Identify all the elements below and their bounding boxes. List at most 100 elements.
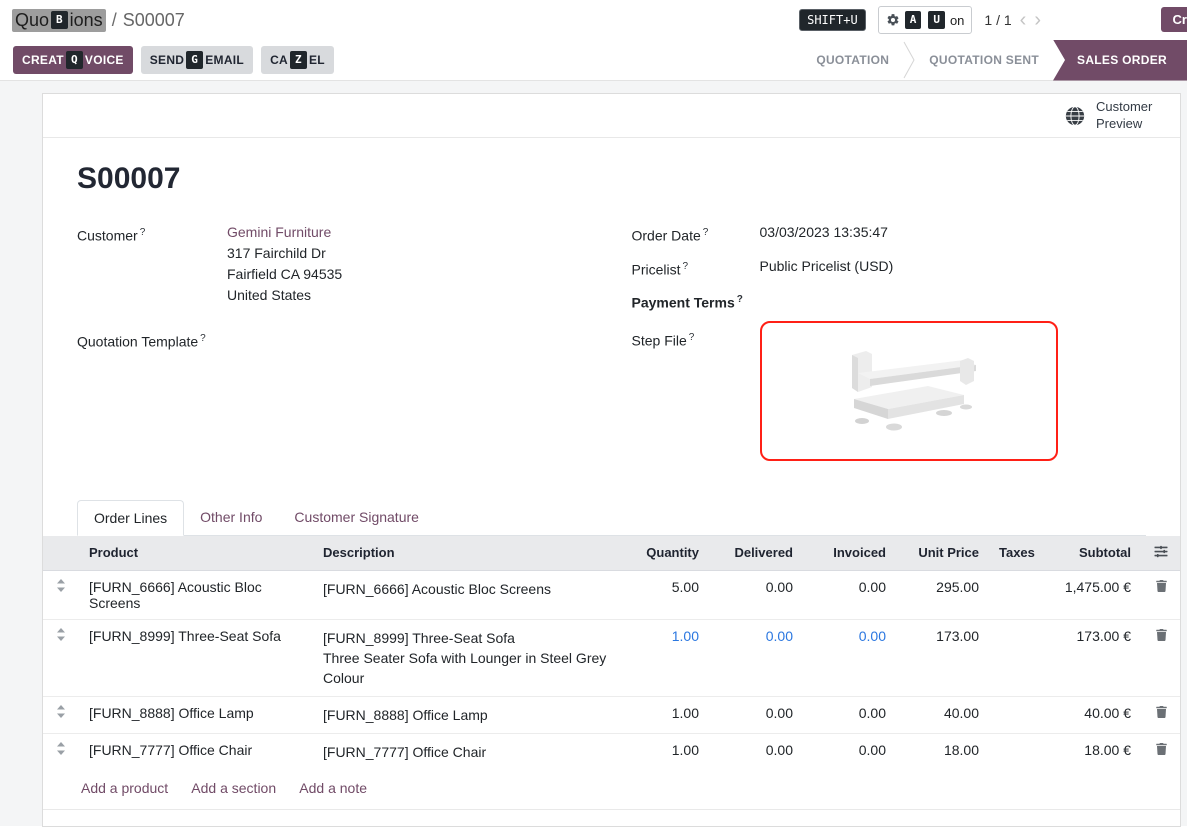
cell-subtotal[interactable]: 18.00 € (1037, 733, 1141, 770)
delete-line-button[interactable] (1141, 570, 1181, 619)
drag-handle[interactable] (43, 570, 79, 619)
cancel-button[interactable]: CA Z EL (261, 46, 334, 73)
breadcrumb: Quo B ions / S00007 (12, 9, 185, 32)
send-email-button[interactable]: SEND G EMAIL (141, 46, 253, 73)
trash-icon (1156, 629, 1167, 641)
pricelist-value[interactable]: Public Pricelist (USD) (760, 256, 894, 281)
statusbar-step-quotation[interactable]: QUOTATION (802, 53, 903, 67)
customer-address-line: Fairfield CA 94535 (227, 264, 342, 285)
field-pricelist: Pricelist? Public Pricelist (USD) (632, 256, 1147, 281)
breadcrumb-parent-quotations[interactable]: Quo B ions (12, 9, 106, 32)
cell-unit-price[interactable]: 40.00 (896, 696, 989, 733)
cell-taxes[interactable] (989, 696, 1037, 733)
customer-preview-row: Customer Preview (43, 94, 1180, 138)
cell-delivered[interactable]: 0.00 (709, 619, 803, 696)
cell-delivered[interactable]: 0.00 (709, 696, 803, 733)
cell-quantity[interactable]: 1.00 (619, 696, 709, 733)
cell-invoiced[interactable]: 0.00 (803, 733, 896, 770)
order-date-value[interactable]: 03/03/2023 13:35:47 (760, 222, 888, 247)
globe-icon (1064, 105, 1086, 127)
tab-other-info[interactable]: Other Info (184, 500, 278, 535)
delete-line-button[interactable] (1141, 733, 1181, 770)
pager-next-icon[interactable]: › (1034, 10, 1041, 30)
help-marker: ? (689, 332, 695, 343)
add-a-product-link[interactable]: Add a product (81, 780, 168, 796)
cell-quantity[interactable]: 1.00 (619, 733, 709, 770)
cell-description[interactable]: [FURN_6666] Acoustic Bloc Screens (313, 570, 619, 619)
action-menu-button[interactable]: A U on (878, 6, 973, 33)
header-unit-price[interactable]: Unit Price (896, 536, 989, 571)
table-row[interactable]: [FURN_8999] Three-Seat Sofa [FURN_8999] … (43, 619, 1181, 696)
step-file-image[interactable] (760, 321, 1058, 461)
drag-handle[interactable] (43, 733, 79, 770)
drag-handle[interactable] (43, 619, 79, 696)
cell-quantity[interactable]: 1.00 (619, 619, 709, 696)
cell-invoiced[interactable]: 0.00 (803, 570, 896, 619)
drag-handle-icon (56, 579, 66, 592)
hotkey-badge-action-1: A (905, 11, 922, 28)
delete-line-button[interactable] (1141, 696, 1181, 733)
customer-preview-link[interactable]: Customer Preview (1096, 99, 1164, 132)
cell-unit-price[interactable]: 295.00 (896, 570, 989, 619)
drag-handle-icon (56, 742, 66, 755)
cell-taxes[interactable] (989, 570, 1037, 619)
cell-taxes[interactable] (989, 733, 1037, 770)
header-subtotal[interactable]: Subtotal (1037, 536, 1141, 571)
cell-delivered[interactable]: 0.00 (709, 570, 803, 619)
statusbar-step-quotation-sent[interactable]: QUOTATION SENT (915, 53, 1053, 67)
header-product[interactable]: Product (79, 536, 313, 571)
order-date-label-text: Order Date (632, 228, 701, 244)
create-invoice-button[interactable]: CREAT Q VOICE (13, 46, 133, 73)
drag-handle[interactable] (43, 696, 79, 733)
header-invoiced[interactable]: Invoiced (803, 536, 896, 571)
pager-value: 1 / 1 (984, 12, 1011, 28)
send-email-label-pre: SEND (150, 53, 185, 67)
cell-taxes[interactable] (989, 619, 1037, 696)
cell-description[interactable]: [FURN_8888] Office Lamp (313, 696, 619, 733)
header-taxes[interactable]: Taxes (989, 536, 1037, 571)
cell-subtotal[interactable]: 173.00 € (1037, 619, 1141, 696)
table-header-row: Product Description Quantity Delivered I… (43, 536, 1181, 571)
table-row[interactable]: [FURN_8888] Office Lamp [FURN_8888] Offi… (43, 696, 1181, 733)
cell-quantity[interactable]: 5.00 (619, 570, 709, 619)
cell-description[interactable]: [FURN_8999] Three-Seat Sofa Three Seater… (313, 619, 619, 696)
add-a-note-link[interactable]: Add a note (299, 780, 367, 796)
header-handle (43, 536, 79, 571)
create-button[interactable]: Cr (1161, 7, 1187, 32)
cell-subtotal[interactable]: 1,475.00 € (1037, 570, 1141, 619)
customer-link[interactable]: Gemini Furniture (227, 224, 331, 240)
header-description[interactable]: Description (313, 536, 619, 571)
cell-invoiced[interactable]: 0.00 (803, 619, 896, 696)
statusbar-step-sales-order-active[interactable]: SALES ORDER (1053, 40, 1187, 81)
delete-line-button[interactable] (1141, 619, 1181, 696)
pager-previous-icon[interactable]: ‹ (1020, 10, 1027, 30)
help-marker: ? (140, 227, 146, 238)
create-invoice-label-pre: CREAT (22, 53, 64, 67)
field-step-file: Step File? (632, 327, 1147, 461)
header-quantity[interactable]: Quantity (619, 536, 709, 571)
header-delivered[interactable]: Delivered (709, 536, 803, 571)
cell-unit-price[interactable]: 173.00 (896, 619, 989, 696)
cell-product[interactable]: [FURN_6666] Acoustic Bloc Screens (79, 570, 313, 619)
hotkey-badge-create-invoice: Q (66, 51, 83, 68)
cell-description[interactable]: [FURN_7777] Office Chair (313, 733, 619, 770)
top-right-controls: SHIFT+U A U on 1 / 1 ‹ › (799, 6, 1171, 33)
cell-invoiced[interactable]: 0.00 (803, 696, 896, 733)
optional-columns-button[interactable] (1141, 536, 1181, 571)
add-a-section-link[interactable]: Add a section (191, 780, 276, 796)
tab-order-lines[interactable]: Order Lines (77, 500, 184, 536)
cell-product[interactable]: [FURN_7777] Office Chair (79, 733, 313, 770)
field-quotation-template: Quotation Template? (77, 328, 592, 353)
table-row[interactable]: [FURN_6666] Acoustic Bloc Screens [FURN_… (43, 570, 1181, 619)
action-label-rest: on (950, 13, 964, 28)
cell-unit-price[interactable]: 18.00 (896, 733, 989, 770)
form-view-background: Customer Preview S00007 Customer? Gemini… (0, 81, 1187, 826)
tab-customer-signature[interactable]: Customer Signature (278, 500, 435, 535)
cell-product[interactable]: [FURN_8999] Three-Seat Sofa (79, 619, 313, 696)
table-row[interactable]: [FURN_7777] Office Chair [FURN_7777] Off… (43, 733, 1181, 770)
cell-product[interactable]: [FURN_8888] Office Lamp (79, 696, 313, 733)
breadcrumb-parent-text-pre: Quo (15, 10, 49, 31)
pricelist-label-text: Pricelist (632, 261, 681, 277)
cell-delivered[interactable]: 0.00 (709, 733, 803, 770)
cell-subtotal[interactable]: 40.00 € (1037, 696, 1141, 733)
